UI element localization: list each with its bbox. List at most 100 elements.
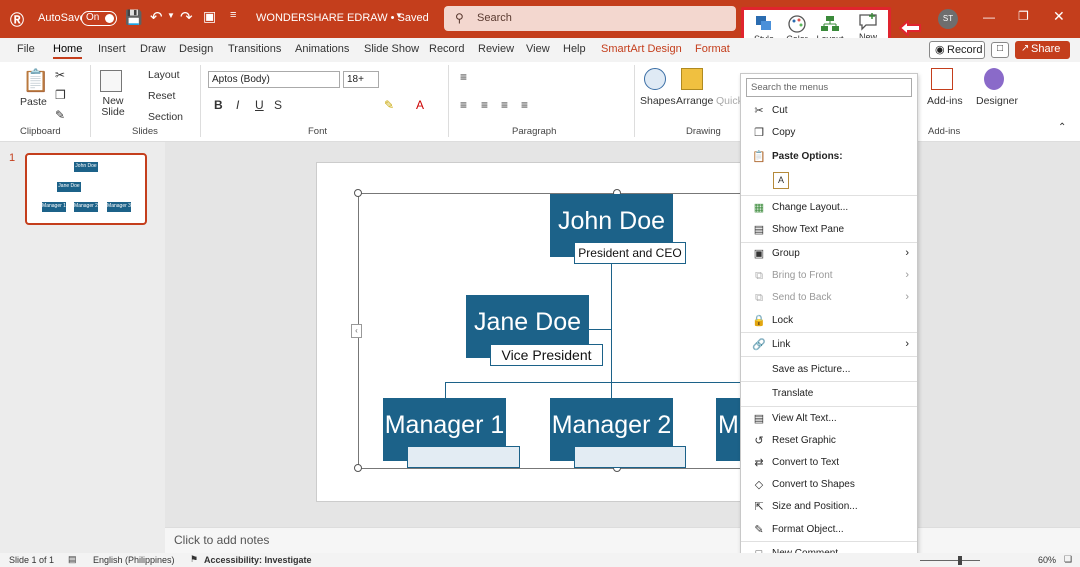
justify-icon[interactable]: ≡	[521, 98, 528, 112]
zoom-slider-thumb[interactable]	[958, 556, 962, 565]
slide[interactable]: ‹ John Doe President and CEO Jane Doe Vi…	[316, 162, 746, 502]
tab-home[interactable]: Home	[53, 43, 82, 55]
text-pane-toggle-icon[interactable]: ‹	[351, 324, 362, 338]
menu-item-translate[interactable]: ᚟ Translate	[741, 384, 917, 404]
collapse-ribbon-icon[interactable]: ⌃	[1058, 122, 1066, 133]
designer-label[interactable]: Designer	[976, 95, 1018, 107]
close-icon[interactable]: ✕	[1053, 8, 1065, 25]
section-label[interactable]: Section	[148, 111, 183, 123]
org-subtitle-ceo[interactable]: President and CEO	[574, 242, 686, 264]
font-color-icon[interactable]: A	[416, 98, 424, 112]
restore-icon[interactable]: ❐	[1018, 9, 1029, 23]
menu-item-send-to-back[interactable]: ⧉ Send to Back ›	[741, 288, 917, 308]
tab-transitions[interactable]: Transitions	[228, 43, 281, 55]
menu-search-input[interactable]: Search the menus	[746, 78, 912, 97]
menu-item-bring-to-front[interactable]: ⧉ Bring to Front ›	[741, 266, 917, 286]
undo-dropdown-icon[interactable]: ▼	[167, 11, 175, 20]
copy-icon[interactable]: ❐	[55, 88, 66, 102]
tab-file[interactable]: File	[17, 43, 35, 55]
tab-record[interactable]: Record	[429, 43, 464, 55]
menu-item-format-object[interactable]: ✎ Format Object...	[741, 520, 917, 540]
shapes-icon[interactable]	[644, 68, 666, 90]
addins-icon[interactable]	[931, 68, 953, 90]
resize-handle[interactable]	[354, 189, 362, 197]
layout-ribbon-label[interactable]: Layout	[148, 69, 180, 81]
redo-icon[interactable]: ↷	[180, 8, 193, 26]
new-slide-icon[interactable]	[100, 70, 122, 92]
fit-slide-icon[interactable]: ❏	[1064, 554, 1072, 565]
arrange-icon[interactable]	[681, 68, 703, 90]
tab-insert[interactable]: Insert	[98, 43, 126, 55]
tab-design[interactable]: Design	[179, 43, 213, 55]
addins-label[interactable]: Add-ins	[927, 95, 963, 107]
menu-item-reset-graphic[interactable]: ↺ Reset Graphic	[741, 431, 917, 451]
tab-review[interactable]: Review	[478, 43, 514, 55]
language-status[interactable]: English (Philippines)	[93, 555, 175, 565]
accessibility-icon[interactable]: ⚑	[190, 554, 198, 565]
align-left-icon[interactable]: ≡	[460, 98, 467, 112]
font-size-select[interactable]: 18+	[343, 71, 379, 88]
record-button[interactable]: ◉ Record	[929, 41, 985, 59]
customize-quick-access-icon[interactable]: ≡	[230, 9, 236, 21]
minimize-icon[interactable]: —	[983, 10, 995, 24]
underline-icon[interactable]: U	[255, 98, 264, 112]
tab-animations[interactable]: Animations	[295, 43, 349, 55]
zoom-slider[interactable]	[920, 560, 980, 561]
menu-item-view-alt-text[interactable]: ▤ View Alt Text...	[741, 409, 917, 429]
menu-item-save-as-picture[interactable]: Save as Picture...	[741, 360, 917, 380]
share-button[interactable]: ↗ Share	[1015, 41, 1070, 59]
bold-icon[interactable]: B	[214, 98, 223, 112]
menu-item-lock[interactable]: 🔒 Lock	[741, 311, 917, 331]
paste-keep-text-icon[interactable]: A	[773, 172, 789, 189]
slide-thumbnail[interactable]: John Doe Jane Doe Manager 1 Manager 2 Ma…	[25, 153, 147, 225]
reset-label[interactable]: Reset	[148, 90, 175, 102]
tab-smartart-design[interactable]: SmartArt Design	[601, 43, 682, 55]
tab-draw[interactable]: Draw	[140, 43, 166, 55]
avatar[interactable]: ST	[938, 9, 958, 29]
tab-view[interactable]: View	[526, 43, 550, 55]
align-right-icon[interactable]: ≡	[501, 98, 508, 112]
org-subtitle-manager[interactable]	[574, 446, 686, 468]
bullets-icon[interactable]: ≡	[460, 70, 467, 84]
menu-item-convert-to-shapes[interactable]: ◇ Convert to Shapes	[741, 475, 917, 495]
italic-icon[interactable]: I	[236, 98, 239, 112]
notes-pane[interactable]: Click to add notes	[165, 527, 1080, 553]
accessibility-status[interactable]: Accessibility: Investigate	[204, 555, 312, 565]
shapes-label[interactable]: Shapes	[640, 95, 676, 107]
tab-format[interactable]: Format	[695, 43, 730, 55]
paste-icon[interactable]: 📋	[22, 68, 49, 94]
org-subtitle-vp[interactable]: Vice President	[490, 344, 603, 366]
align-center-icon[interactable]: ≡	[481, 98, 488, 112]
paste-label[interactable]: Paste	[20, 96, 47, 108]
present-icon[interactable]: ▣	[203, 8, 216, 25]
menu-item-link[interactable]: 🔗 Link ›	[741, 335, 917, 355]
resize-handle[interactable]	[354, 464, 362, 472]
menu-item-group[interactable]: ▣ Group ›	[741, 244, 917, 264]
highlight-color-icon[interactable]: ✎	[384, 98, 394, 112]
menu-item-convert-to-text[interactable]: ⇄ Convert to Text	[741, 453, 917, 473]
font-family-select[interactable]: Aptos (Body)	[208, 71, 340, 88]
autosave-toggle[interactable]: On	[81, 11, 117, 26]
designer-icon[interactable]	[984, 68, 1004, 90]
chevron-down-icon[interactable]: ▼	[395, 11, 403, 20]
quick-styles-label[interactable]: Quick Styles	[716, 95, 740, 107]
arrange-label[interactable]: Arrange	[676, 95, 713, 107]
menu-item-size-and-position[interactable]: ⇱ Size and Position...	[741, 497, 917, 517]
format-painter-icon[interactable]: ✎	[55, 108, 65, 122]
new-slide-label[interactable]: New Slide	[100, 96, 126, 118]
tab-slide-show[interactable]: Slide Show	[364, 43, 419, 55]
save-icon[interactable]: 💾	[125, 9, 142, 26]
tab-help[interactable]: Help	[563, 43, 586, 55]
strikethrough-icon[interactable]: S	[274, 98, 282, 112]
menu-item-cut[interactable]: ✂ Cut	[741, 101, 917, 121]
undo-icon[interactable]: ↶	[150, 8, 163, 26]
cut-icon[interactable]: ✂	[55, 68, 65, 82]
comments-icon[interactable]: □	[991, 42, 1009, 58]
zoom-level[interactable]: 60%	[1038, 555, 1056, 565]
search-box[interactable]: ⚲ Search	[444, 6, 736, 31]
org-subtitle-manager[interactable]	[407, 446, 520, 468]
spelling-icon[interactable]: ▤	[68, 554, 77, 565]
menu-item-change-layout[interactable]: ▦ Change Layout...	[741, 198, 917, 218]
menu-item-show-text-pane[interactable]: ▤ Show Text Pane	[741, 220, 917, 240]
menu-item-copy[interactable]: ❐ Copy	[741, 123, 917, 143]
